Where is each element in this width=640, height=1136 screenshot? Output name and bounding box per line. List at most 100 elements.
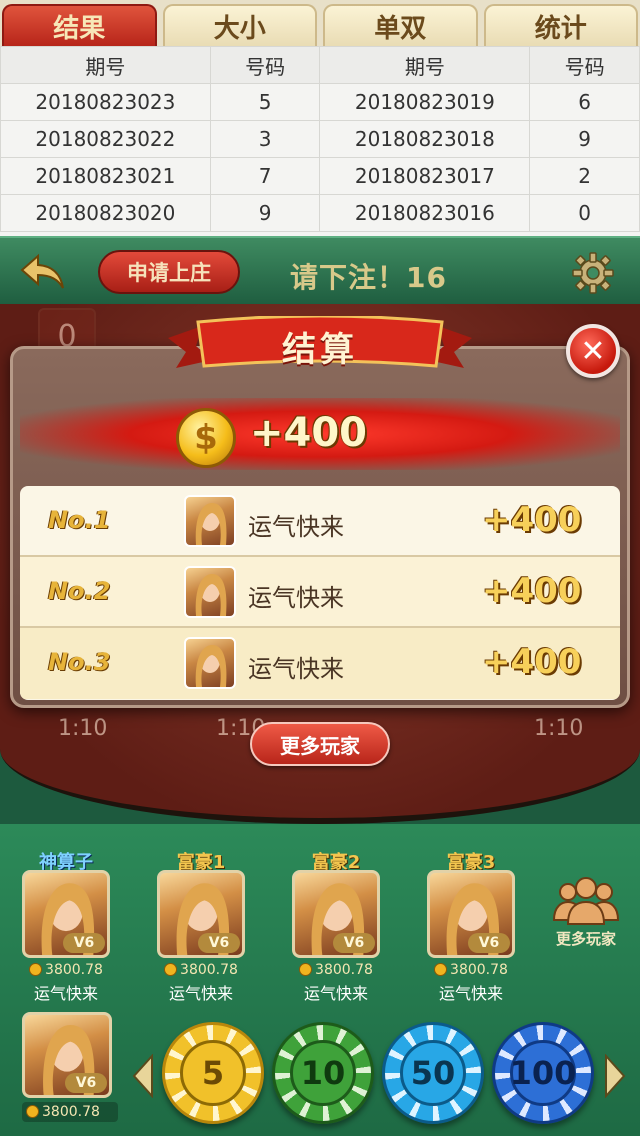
avatar: V6	[22, 870, 110, 958]
number-cell: 6	[529, 83, 640, 121]
tab-statistics[interactable]: 统计	[483, 4, 638, 46]
number-cell: 0	[529, 194, 640, 232]
avatar	[184, 637, 236, 689]
player-balance: 3800.78	[20, 962, 112, 978]
chip-value: 10	[290, 1040, 356, 1106]
settings-gear-icon[interactable]	[572, 252, 614, 294]
number-cell: 9	[529, 120, 640, 158]
seat-player-2[interactable]: 富豪1 V6 3800.78 运气快来	[155, 848, 247, 1003]
table-row: 20180823020 9 20180823016 0	[0, 194, 640, 232]
chip-value: 50	[400, 1040, 466, 1106]
vip-badge: V6	[468, 933, 510, 953]
seat-player-3[interactable]: 富豪2 V6 3800.78 运气快来	[290, 848, 382, 1003]
history-table: 期号 号码 期号 号码 20180823023 5 20180823019 6 …	[0, 46, 640, 232]
more-players-label: 更多玩家	[555, 930, 616, 948]
odds-label: 1:10	[58, 716, 108, 741]
player-name: 运气快来	[248, 513, 344, 541]
my-seat: V6 3800.78	[22, 1012, 118, 1122]
chevron-right-icon[interactable]	[602, 1054, 628, 1098]
player-balance: 3800.78	[425, 962, 517, 978]
tab-odd-even[interactable]: 单双	[323, 4, 478, 46]
period-cell: 20180823020	[0, 194, 211, 232]
chip-value: 5	[180, 1040, 246, 1106]
chip-value: 100	[510, 1040, 576, 1106]
chip-50[interactable]: 50	[382, 1022, 484, 1124]
my-balance: 3800.78	[22, 1102, 118, 1122]
chip-100[interactable]: 100	[492, 1022, 594, 1124]
column-header-number: 号码	[529, 46, 640, 84]
close-button[interactable]: ✕	[566, 324, 620, 378]
chip-5[interactable]: 5	[162, 1022, 264, 1124]
coin-icon	[29, 963, 43, 976]
history-panel: 期号 号码 期号 号码 20180823023 5 20180823019 6 …	[0, 46, 640, 236]
avatar	[184, 495, 236, 547]
avatar: V6	[157, 870, 245, 958]
list-item: No.2 运气快来 +400	[20, 557, 620, 628]
avatar: V6	[427, 870, 515, 958]
rank-number: No.2	[48, 577, 111, 605]
vip-badge: V6	[333, 933, 375, 953]
player-score: +400	[482, 571, 582, 611]
period-cell: 20180823017	[319, 157, 531, 195]
number-cell: 3	[209, 120, 321, 158]
number-cell: 7	[209, 157, 321, 195]
player-score: +400	[482, 642, 582, 682]
apply-banker-button[interactable]: 申请上庄	[98, 250, 240, 294]
column-header-number: 号码	[209, 46, 321, 84]
bet-countdown: 请下注！16	[290, 261, 447, 294]
avatar: V6	[292, 870, 380, 958]
vip-badge: V6	[65, 1073, 107, 1093]
rank-number: No.1	[48, 506, 111, 534]
gold-coin-icon: $	[176, 408, 236, 468]
player-name: 运气快来	[303, 984, 368, 1003]
odds-label: 1:10	[534, 716, 584, 741]
vip-badge: V6	[63, 933, 105, 953]
coin-icon	[164, 963, 178, 976]
player-name: 运气快来	[248, 584, 344, 612]
tab-big-small[interactable]: 大小	[162, 4, 317, 46]
column-header-period: 期号	[0, 46, 211, 84]
table-row: 20180823023 5 20180823019 6	[0, 83, 640, 121]
avatar: V6	[22, 1012, 112, 1098]
player-name: 运气快来	[168, 984, 233, 1003]
period-cell: 20180823019	[319, 83, 531, 121]
coin-icon	[299, 963, 313, 976]
total-winnings: +400	[250, 410, 368, 456]
number-cell: 2	[529, 157, 640, 195]
player-balance: 3800.78	[155, 962, 247, 978]
period-cell: 20180823016	[319, 194, 531, 232]
more-players-seat-button[interactable]: 更多玩家	[548, 876, 624, 948]
result-tabs: 结果 大小 单双 统计	[0, 0, 640, 46]
avatar	[184, 566, 236, 618]
tab-results[interactable]: 结果	[2, 4, 157, 46]
period-cell: 20180823022	[0, 120, 211, 158]
rank-number: No.3	[48, 648, 111, 676]
coin-icon	[434, 963, 448, 976]
list-item: No.3 运气快来 +400	[20, 628, 620, 699]
list-item: No.1 运气快来 +400	[20, 486, 620, 557]
table-header-row: 期号 号码 期号 号码	[0, 46, 640, 84]
table-row: 20180823022 3 20180823018 9	[0, 120, 640, 158]
seat-player-1[interactable]: 神算子 V6 3800.78 运气快来	[20, 848, 112, 1003]
number-cell: 9	[209, 194, 321, 232]
coin-icon	[26, 1105, 39, 1118]
back-arrow-icon[interactable]	[18, 252, 66, 292]
seat-player-4[interactable]: 富豪3 V6 3800.78 运气快来	[425, 848, 517, 1003]
people-icon	[552, 877, 620, 925]
more-players-button[interactable]: 更多玩家	[250, 722, 390, 766]
ranking-list: No.1 运气快来 +400 No.2 运气快来 +400 No.3 运气快来 …	[20, 486, 620, 700]
period-cell: 20180823023	[0, 83, 211, 121]
player-name: 运气快来	[248, 655, 344, 683]
chip-10[interactable]: 10	[272, 1022, 374, 1124]
period-cell: 20180823018	[319, 120, 531, 158]
chevron-left-icon[interactable]	[130, 1054, 156, 1098]
dialog-title: 结算	[282, 330, 358, 370]
column-header-period: 期号	[319, 46, 531, 84]
player-name: 运气快来	[33, 984, 98, 1003]
player-balance: 3800.78	[290, 962, 382, 978]
table-row: 20180823021 7 20180823017 2	[0, 157, 640, 195]
vip-badge: V6	[198, 933, 240, 953]
player-name: 运气快来	[438, 984, 503, 1003]
number-cell: 5	[209, 83, 321, 121]
period-cell: 20180823021	[0, 157, 211, 195]
